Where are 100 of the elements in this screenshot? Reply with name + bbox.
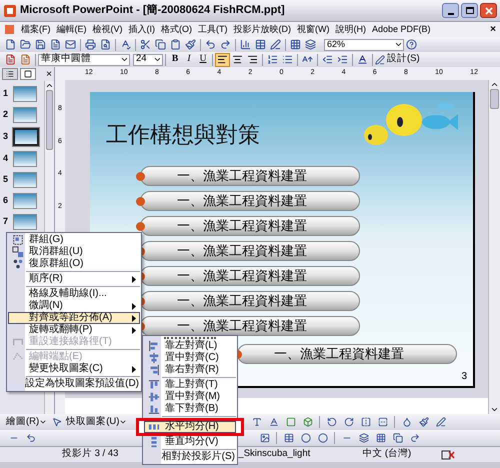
- printer-icon[interactable]: [83, 38, 98, 52]
- slide-number: 3: [3, 130, 10, 144]
- font-dropdown[interactable]: 華康中圓體: [38, 54, 130, 66]
- design-button[interactable]: 設計(S): [375, 52, 420, 67]
- pen-icon[interactable]: [268, 38, 283, 52]
- status-design: _Skinscuba_light: [238, 447, 310, 462]
- shape-text: 一、漁業工程資料建置: [177, 192, 307, 210]
- slide-icon: [24, 70, 32, 78]
- menu-item[interactable]: 微調(N): [8, 300, 140, 312]
- list-icon: [6, 70, 14, 78]
- align-bottom-icon: [148, 403, 160, 415]
- drag-handle[interactable]: [164, 337, 216, 340]
- shape-text: 一、漁業工程資料建置: [177, 242, 307, 260]
- connection-point-icon: [136, 222, 145, 231]
- menu-item[interactable]: 復原群組(O): [8, 258, 140, 270]
- menu-item[interactable]: 置中對齊(M): [144, 391, 236, 403]
- draw-menu-button[interactable]: 繪圖(R): [6, 414, 48, 430]
- close-panel-button[interactable]: ×: [46, 66, 52, 82]
- scroll-thumb[interactable]: [490, 89, 499, 109]
- shape-text: 一、漁業工程資料建置: [177, 292, 307, 310]
- scroll-up-icon: [45, 81, 54, 90]
- slide-thumbnail[interactable]: [13, 86, 37, 102]
- menu-bar-item[interactable]: 插入(I): [128, 22, 155, 36]
- bar-chart-icon[interactable]: [238, 38, 253, 52]
- rounded-shape[interactable]: 一、漁業工程資料建置: [140, 266, 360, 286]
- outline-tab[interactable]: [2, 68, 18, 80]
- menu-bar-item[interactable]: 檔案(F): [21, 22, 50, 36]
- menu-item[interactable]: 格線及輔助線(I)...: [8, 288, 140, 300]
- scroll-thumb[interactable]: [46, 90, 53, 150]
- zoom-dropdown[interactable]: 62%: [324, 38, 404, 50]
- maximize-button[interactable]: [461, 3, 478, 18]
- slide-thumbnail[interactable]: [13, 128, 39, 146]
- slide-thumbnail[interactable]: [13, 107, 37, 123]
- align-middle-icon: [148, 391, 160, 403]
- menu-item[interactable]: 水平均分(H): [144, 421, 236, 433]
- grid-icon[interactable]: [288, 38, 303, 52]
- menu-item[interactable]: 取消群組(U): [8, 246, 140, 258]
- align-right-icon: [148, 364, 160, 376]
- menu-bar-item[interactable]: 編輯(E): [56, 22, 86, 36]
- menu-item[interactable]: 垂直均分(V): [144, 436, 236, 448]
- status-language: 中文 (台灣): [362, 447, 412, 462]
- window-title: Microsoft PowerPoint - [簡-20080624 FishRCM.ppt]: [20, 3, 286, 18]
- slides-tab[interactable]: [20, 68, 36, 80]
- menu-item[interactable]: 變更快取圖案(C): [8, 363, 140, 375]
- menu-item[interactable]: 靠右對齊(R): [144, 364, 236, 376]
- rounded-shape[interactable]: 一、漁業工程資料建置: [237, 344, 457, 364]
- align-left-icon[interactable]: [215, 52, 230, 66]
- help-icon[interactable]: [404, 38, 419, 52]
- font-size-dropdown[interactable]: 24: [133, 54, 163, 66]
- folder-icon[interactable]: [18, 38, 33, 52]
- slide-number: 7: [3, 215, 10, 228]
- close-button[interactable]: [480, 3, 497, 18]
- menu-item[interactable]: 群組(G): [8, 234, 140, 246]
- italic-button[interactable]: I: [182, 52, 196, 67]
- layers-icon[interactable]: [303, 38, 318, 52]
- menu-item[interactable]: 順序(R): [8, 273, 140, 285]
- slide-thumbnail[interactable]: [13, 172, 37, 188]
- underline-button[interactable]: U: [196, 52, 210, 67]
- pencil-icon: [375, 54, 385, 64]
- menu-bar-item[interactable]: 格式(O): [161, 22, 192, 36]
- slide-thumbnail[interactable]: [13, 193, 37, 209]
- menu-item[interactable]: 旋轉或翻轉(P): [8, 324, 140, 336]
- copy-icon[interactable]: [153, 38, 168, 52]
- menu-item[interactable]: 設定為快取圖案預設值(D): [8, 378, 140, 390]
- rounded-shape[interactable]: 一、漁業工程資料建置: [140, 291, 360, 311]
- rounded-shape[interactable]: 一、漁業工程資料建置: [140, 241, 360, 261]
- menu-item[interactable]: 相對於投影片(S): [144, 451, 236, 463]
- menu-bar-item[interactable]: 視窗(W): [297, 22, 330, 36]
- menu-item[interactable]: 靠上對齊(T): [144, 379, 236, 391]
- brush-icon[interactable]: [183, 38, 198, 52]
- slide-thumbnail[interactable]: [13, 151, 37, 167]
- rounded-shape[interactable]: 一、漁業工程資料建置: [140, 316, 360, 336]
- menu-item[interactable]: 靠左對齊(L): [144, 340, 236, 352]
- caret-icon: [119, 418, 128, 426]
- menu-bar-item[interactable]: 說明(H): [336, 22, 366, 36]
- scroll-up-icon: [490, 80, 499, 89]
- envelope-icon[interactable]: [63, 38, 78, 52]
- caret-icon: [120, 55, 129, 64]
- shape-text: 一、漁業工程資料建置: [177, 167, 307, 186]
- numbered-list-icon[interactable]: [265, 52, 280, 66]
- bold-button[interactable]: B: [168, 52, 182, 67]
- group-icon: [12, 234, 24, 246]
- slide-number: 6: [3, 194, 10, 208]
- close-document-button[interactable]: ×: [490, 22, 496, 37]
- minimize-button[interactable]: [442, 3, 459, 18]
- menu-item[interactable]: 對齊或等距分佈(A): [8, 312, 140, 324]
- menu-bar-item[interactable]: 檢視(V): [92, 22, 122, 36]
- menu-bar-item[interactable]: 投影片放映(D): [234, 22, 291, 36]
- menu-item[interactable]: 置中對齊(C): [144, 352, 236, 364]
- table-icon[interactable]: [253, 38, 268, 52]
- slide-number: 1: [3, 87, 10, 100]
- autoshapes-menu-button[interactable]: 快取圖案(U): [66, 414, 128, 430]
- status-slide: 投影片 3 / 43: [62, 447, 118, 462]
- slide-number: 5: [3, 173, 10, 186]
- align-top-icon: [148, 379, 160, 391]
- shape-text: 一、漁業工程資料建置: [177, 267, 307, 286]
- menu-bar-item[interactable]: Adobe PDF(B): [372, 22, 431, 36]
- slide-thumbnail[interactable]: [13, 214, 37, 230]
- menu-item[interactable]: 靠下對齊(B): [144, 403, 236, 415]
- menu-bar-item[interactable]: 工具(T): [198, 22, 228, 36]
